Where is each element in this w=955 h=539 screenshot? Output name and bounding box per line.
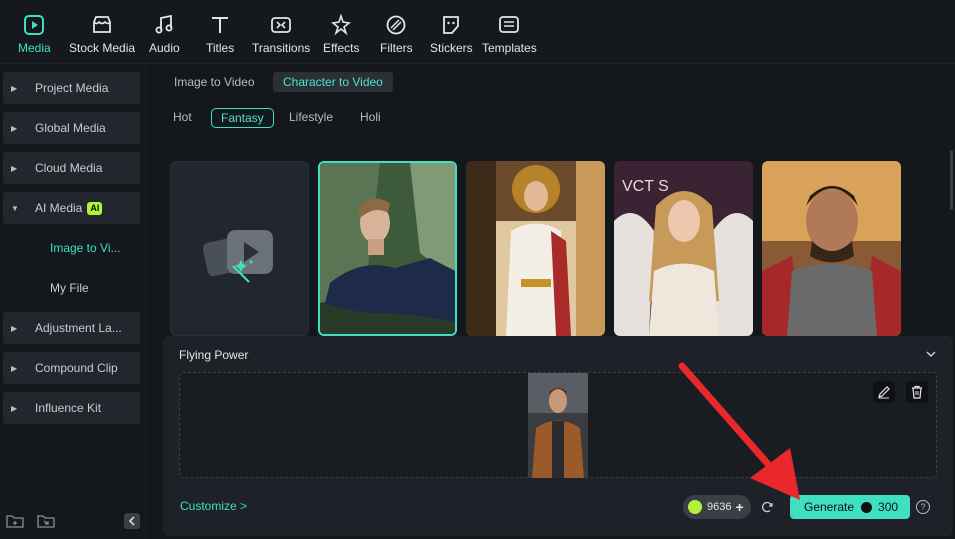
toolbar-effects[interactable]: Effects — [323, 14, 359, 60]
toolbar-media[interactable]: Media — [18, 14, 51, 60]
category-fantasy[interactable]: Fantasy — [211, 108, 274, 128]
caret-down-icon: ▼ — [11, 203, 19, 213]
top-toolbar: Media Stock Media Audio Titles Transitio… — [0, 0, 955, 64]
stock-media-icon — [93, 16, 111, 33]
toolbar-transitions[interactable]: Transitions — [252, 14, 310, 60]
toolbar-audio-label: Audio — [149, 41, 180, 55]
pencil-icon — [878, 386, 890, 399]
app-window: Media Stock Media Audio Titles Transitio… — [0, 0, 955, 539]
sidebar-item-label: Global Media — [35, 121, 106, 135]
caret-right-icon: ▶ — [11, 403, 18, 413]
sidebar-item-label: Adjustment La... — [35, 321, 122, 335]
edit-button[interactable] — [873, 381, 895, 403]
sidebar: ▶ Project Media ▶ Global Media ▶ Cloud M… — [0, 64, 150, 539]
category-lifestyle[interactable]: Lifestyle — [280, 108, 342, 128]
caret-right-icon: ▶ — [11, 83, 18, 93]
generate-button[interactable]: Generate 300 — [790, 495, 910, 519]
media-icon — [24, 15, 45, 35]
generation-panel: Flying Power Customize > 9636 + Generate… — [163, 336, 953, 536]
credits-count: 9636 — [707, 501, 732, 513]
toolbar-stickers[interactable]: Stickers — [430, 14, 473, 60]
toolbar-stock-media-label: Stock Media — [69, 41, 136, 55]
template-thumbnail-image — [320, 163, 455, 334]
toolbar-stock-media[interactable]: Stock Media — [69, 14, 135, 60]
panel-title: Flying Power — [179, 348, 249, 362]
template-card-flying-power[interactable] — [318, 161, 457, 336]
sidebar-item-influence-kit[interactable]: ▶ Influence Kit — [3, 392, 140, 424]
template-thumbnail-image — [466, 161, 605, 336]
refresh-icon[interactable] — [760, 500, 774, 514]
filters-icon — [386, 15, 406, 35]
template-card-goddess[interactable] — [466, 161, 605, 336]
import-folder-icon[interactable] — [37, 514, 55, 528]
toolbar-media-label: Media — [18, 41, 51, 55]
image-drop-zone[interactable] — [179, 372, 937, 478]
sidebar-item-global-media[interactable]: ▶ Global Media — [3, 112, 140, 144]
sidebar-item-label: Compound Clip — [35, 361, 118, 375]
ai-badge: AI — [87, 201, 103, 215]
template-thumbnail-image — [762, 161, 901, 336]
sidebar-item-label: Influence Kit — [35, 401, 102, 415]
toolbar-filters[interactable]: Filters — [380, 14, 413, 60]
toolbar-titles[interactable]: Titles — [206, 14, 234, 60]
templates-icon — [499, 16, 520, 33]
stickers-icon — [443, 16, 460, 34]
toolbar-audio[interactable]: Audio — [149, 14, 180, 60]
caret-right-icon: ▶ — [11, 163, 18, 173]
tab-image-to-video[interactable]: Image to Video — [164, 72, 265, 92]
toolbar-titles-label: Titles — [206, 41, 235, 55]
credit-coin-icon — [688, 500, 702, 514]
new-folder-icon[interactable] — [6, 514, 24, 528]
sidebar-subitem-my-file[interactable]: My File — [50, 281, 89, 295]
customize-link[interactable]: Customize > — [180, 499, 247, 513]
poster-text: VCT S — [622, 178, 669, 195]
chevron-down-icon[interactable] — [925, 348, 937, 360]
sidebar-item-project-media[interactable]: ▶ Project Media — [3, 72, 140, 104]
toolbar-transitions-label: Transitions — [252, 41, 311, 55]
template-thumbnail-image: VCT S — [614, 161, 753, 336]
generate-cost: 300 — [878, 500, 899, 514]
chevron-left-icon — [128, 516, 135, 526]
sidebar-item-ai-media[interactable]: ▼ AI Media AI — [3, 192, 140, 224]
template-card-gladiator[interactable] — [762, 161, 901, 336]
toolbar-effects-label: Effects — [323, 41, 360, 55]
uploaded-photo — [528, 373, 588, 478]
audio-icon — [155, 14, 173, 34]
sidebar-divider[interactable] — [150, 64, 151, 539]
sidebar-item-label: Project Media — [35, 81, 109, 95]
template-card-angel[interactable]: VCT S — [614, 161, 753, 336]
category-holi[interactable]: Holi — [351, 108, 390, 128]
sidebar-subitem-image-to-video[interactable]: Image to Vi... — [50, 241, 120, 255]
scrollbar[interactable] — [950, 150, 953, 210]
effects-icon — [331, 14, 352, 36]
sidebar-item-compound-clip[interactable]: ▶ Compound Clip — [3, 352, 140, 384]
titles-icon — [212, 17, 229, 33]
collapse-sidebar-button[interactable] — [124, 513, 140, 529]
tab-character-to-video[interactable]: Character to Video — [273, 72, 393, 92]
sidebar-item-label: Cloud Media — [35, 161, 103, 175]
toolbar-templates-label: Templates — [482, 41, 537, 55]
generate-label: Generate — [804, 500, 855, 514]
transitions-icon — [271, 17, 292, 33]
category-hot[interactable]: Hot — [164, 108, 201, 128]
uploaded-image — [528, 373, 588, 478]
toolbar-templates[interactable]: Templates — [482, 14, 537, 60]
caret-right-icon: ▶ — [11, 123, 18, 133]
upload-card[interactable] — [170, 161, 309, 336]
credits-badge[interactable]: 9636 + — [683, 495, 751, 519]
sidebar-item-cloud-media[interactable]: ▶ Cloud Media — [3, 152, 140, 184]
help-icon[interactable]: ? — [916, 500, 930, 514]
toolbar-filters-label: Filters — [380, 41, 413, 55]
toolbar-stickers-label: Stickers — [430, 41, 473, 55]
sidebar-item-label: AI Media — [35, 201, 83, 215]
ai-video-placeholder-icon — [202, 230, 273, 283]
sidebar-item-adjustment-layer[interactable]: ▶ Adjustment La... — [3, 312, 140, 344]
add-credits-icon: + — [735, 499, 744, 515]
delete-button[interactable] — [906, 381, 928, 403]
trash-icon — [912, 385, 922, 399]
caret-right-icon: ▶ — [11, 363, 18, 373]
caret-right-icon: ▶ — [11, 323, 18, 333]
credit-coin-icon — [861, 501, 873, 513]
